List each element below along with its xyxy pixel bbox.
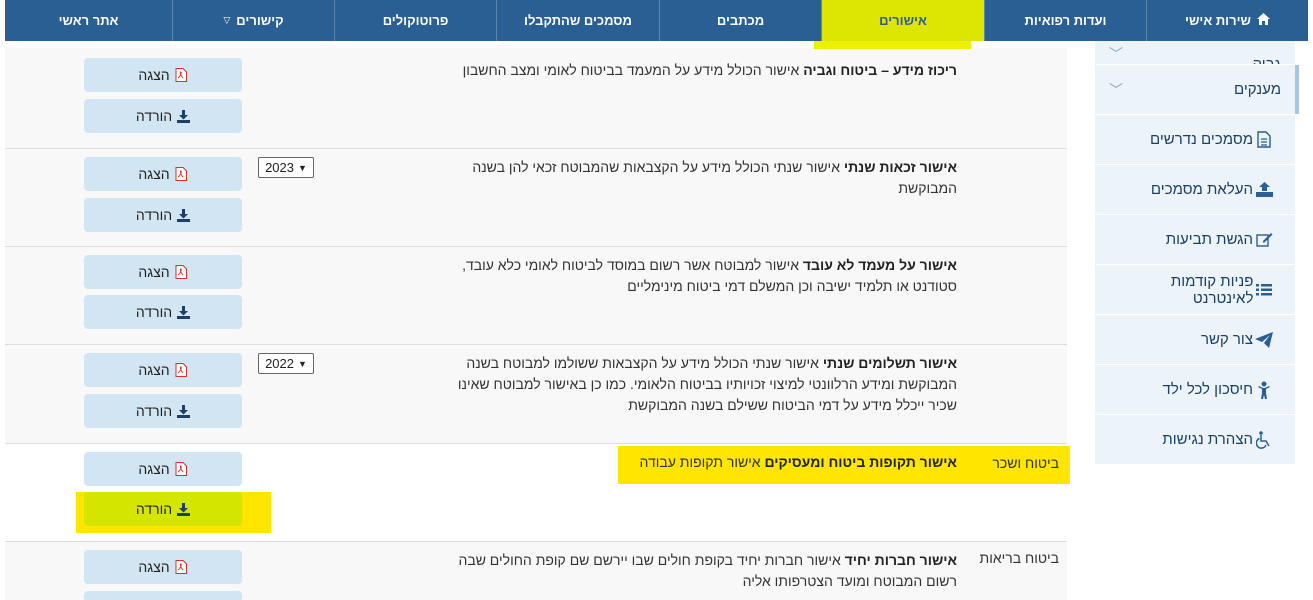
table-row: אישור על מעמד לא עובד אישור למבוטח אשר ר… [5,247,1067,345]
row-title: ריכוז מידע – ביטוח וגביה [803,62,957,78]
download-icon [176,501,190,517]
row-description: אישור חברות יחיד אישור חברות יחיד בקופת … [458,552,957,589]
chevron-down-icon: ▼ [298,162,307,173]
nav-certificates[interactable]: אישורים [821,0,984,41]
highlight-active-tab [814,41,971,49]
edit-icon [1253,232,1275,247]
row-title: אישור תשלומים שנתי [822,355,957,371]
chevron-down-icon: ﹀ [1109,81,1123,98]
pdf-icon [174,362,188,378]
pdf-icon [174,264,188,280]
nav-main-site[interactable]: אתר ראשי [5,0,172,41]
nav-received-documents[interactable]: מסמכים שהתקבלו [496,0,659,41]
row-title: אישור חברות יחיד [844,552,957,568]
table-row: ריכוז מידע – ביטוח וגביה אישור הכולל מיד… [5,48,1067,149]
chevron-down-icon: ▽ [223,15,231,25]
row-description: אישור זכאות שנתי אישור שנתי הכולל מידע ע… [472,159,957,196]
chevron-down-icon: ▼ [298,358,307,369]
paper-plane-icon [1253,331,1275,348]
download-icon [176,108,190,124]
top-navigation: שירות אישי ועדות רפואיות אישורים מכתבים … [5,0,1308,41]
view-button[interactable]: הצגה [84,452,242,486]
table-row: אישור תשלומים שנתי אישור שנתי הכולל מידע… [5,345,1067,444]
home-icon [1256,13,1270,28]
sidebar-item-previous-requests[interactable]: פניות קודמות לאינטרנט [1095,265,1295,315]
download-icon [176,403,190,419]
download-label: הורדה [135,403,173,419]
download-button[interactable]: הורדה [84,295,242,329]
row-title: אישור על מעמד לא עובד [802,257,957,273]
table-row: ביטוח בריאות אישור חברות יחיד אישור חברו… [5,542,1067,600]
sidebar: גביה ﹀ מענקים ﹀ מסמכים נדרשים העלאת מסמכ… [1095,41,1299,465]
nav-medical-committees[interactable]: ועדות רפואיות [984,0,1146,41]
sidebar-item-upload-documents[interactable]: העלאת מסמכים [1095,165,1295,215]
download-button[interactable] [84,591,242,600]
download-label: הורדה [135,501,173,517]
download-label: הורדה [135,207,173,223]
nav-protocols[interactable]: פרוטוקולים [334,0,496,41]
download-button[interactable]: הורדה [84,99,242,133]
page: ריכוז מידע – ביטוח וגביה אישור הכולל מיד… [0,0,1313,600]
document-icon [1253,131,1275,148]
view-button[interactable]: הצגה [84,550,242,584]
certificates-table: ריכוז מידע – ביטוח וגביה אישור הכולל מיד… [5,48,1067,600]
pdf-icon [174,67,188,83]
download-label: הורדה [135,108,173,124]
view-label: הצגה [138,461,170,477]
download-label: הורדה [135,304,173,320]
download-icon [176,207,190,223]
download-icon [176,304,190,320]
table-row: ביטוח ושכר אישור תקופות ביטוח ומעסיקים א… [5,444,1067,542]
download-button[interactable]: הורדה [84,394,242,428]
view-label: הצגה [138,362,170,378]
row-description: אישור על מעמד לא עובד אישור למבוטח אשר ר… [462,257,957,294]
child-icon [1253,381,1275,399]
row-description: אישור תשלומים שנתי אישור שנתי הכולל מידע… [457,355,957,413]
view-label: הצגה [138,264,170,280]
download-button[interactable]: הורדה [84,492,242,526]
pdf-icon [174,559,188,575]
wheelchair-icon [1253,430,1275,449]
year-select[interactable]: 2023 ▼ [258,157,314,178]
row-title: אישור תקופות ביטוח ומעסיקים [764,454,958,470]
table-row: אישור זכאות שנתי אישור שנתי הכולל מידע ע… [5,149,1067,247]
view-button[interactable]: הצגה [84,58,242,92]
list-icon [1253,283,1275,297]
sidebar-item-child-savings[interactable]: חיסכון לכל ילד [1095,365,1295,415]
sidebar-item-collections[interactable]: גביה ﹀ [1095,41,1295,65]
upload-icon [1253,182,1275,197]
view-button[interactable]: הצגה [84,353,242,387]
nav-letters[interactable]: מכתבים [659,0,821,41]
year-select[interactable]: 2022 ▼ [258,353,314,374]
sidebar-item-required-documents[interactable]: מסמכים נדרשים [1095,115,1295,165]
view-label: הצגה [138,166,170,182]
chevron-down-icon: ﹀ [1109,46,1123,62]
download-button[interactable]: הורדה [84,198,242,232]
view-label: הצגה [138,559,170,575]
view-button[interactable]: הצגה [84,255,242,289]
sidebar-item-submit-claims[interactable]: הגשת תביעות [1095,215,1295,265]
view-label: הצגה [138,67,170,83]
row-description: אישור תקופות ביטוח ומעסיקים אישור תקופות… [639,454,958,470]
view-button[interactable]: הצגה [84,157,242,191]
row-title: אישור זכאות שנתי [843,159,957,175]
pdf-icon [174,166,188,182]
sidebar-item-grants[interactable]: מענקים ﹀ [1095,65,1299,115]
row-description: ריכוז מידע – ביטוח וגביה אישור הכולל מיד… [462,62,957,78]
pdf-icon [174,461,188,477]
nav-links[interactable]: קישורים ▽ [172,0,334,41]
nav-personal-service[interactable]: שירות אישי [1146,0,1308,41]
row-category: ביטוח ושכר [992,455,1059,471]
sidebar-item-contact[interactable]: צור קשר [1095,315,1295,365]
row-category: ביטוח בריאות [979,550,1059,566]
sidebar-item-accessibility[interactable]: הצהרת נגישות [1095,415,1295,465]
